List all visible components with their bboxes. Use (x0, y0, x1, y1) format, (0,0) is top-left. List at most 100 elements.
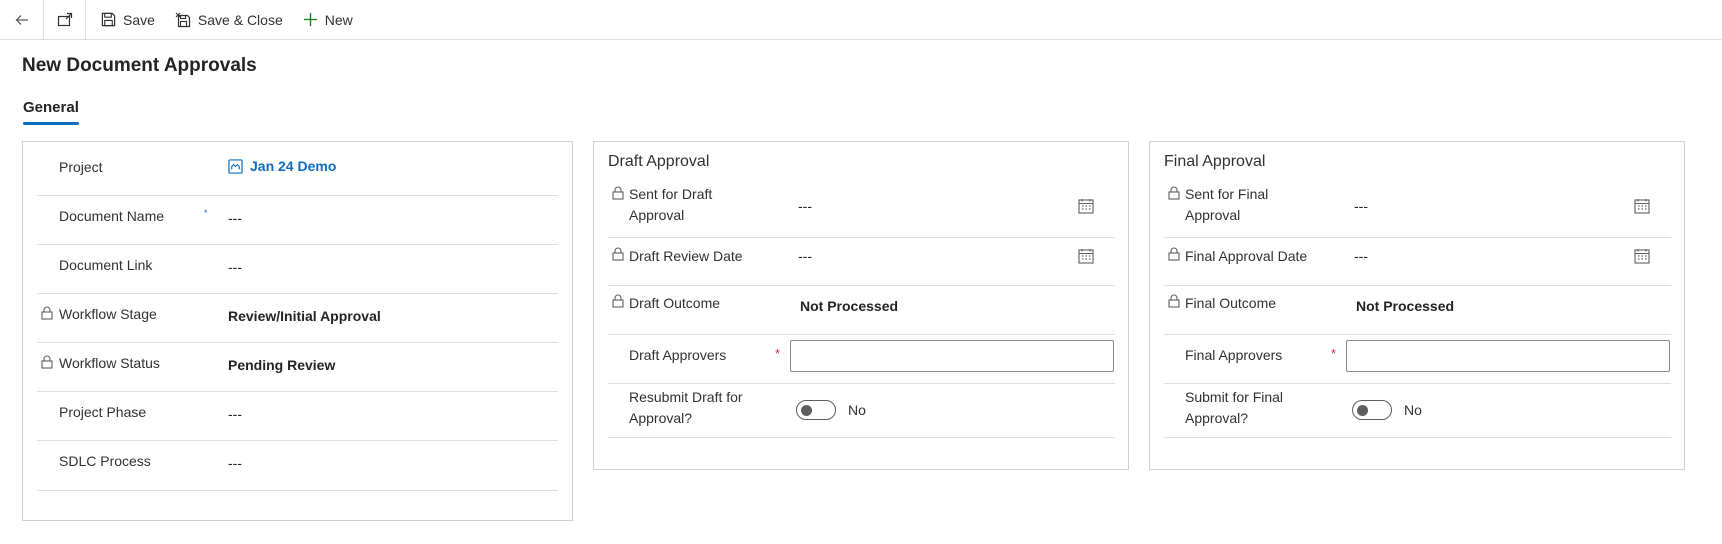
popout-button[interactable] (44, 0, 86, 40)
draft-review-date-row: Draft Review Date --- (608, 238, 1115, 286)
sent-for-final-label: Sent for Final Approval (1185, 184, 1268, 226)
workflow-status-row: Workflow Status Pending Review (37, 343, 558, 392)
submit-final-label-line1: Submit for Final (1185, 389, 1284, 405)
calendar-icon[interactable] (1634, 248, 1650, 264)
document-name-value[interactable]: --- (228, 210, 242, 226)
project-phase-label: Project Phase (59, 404, 147, 420)
lock-icon (1168, 247, 1180, 261)
back-arrow-icon (15, 14, 28, 25)
save-close-button[interactable]: Save & Close (165, 0, 293, 40)
toggle-knob (801, 405, 812, 416)
final-approvers-label: Final Approvers (1185, 347, 1283, 363)
sent-for-draft-label-line1: Sent for Draft (629, 186, 713, 202)
sent-for-draft-label-line2: Approval (629, 207, 685, 223)
sdlc-process-value[interactable]: --- (228, 455, 242, 471)
save-button[interactable]: Save (91, 0, 165, 40)
draft-review-date-value[interactable]: --- (798, 248, 812, 264)
final-approval-date-row: Final Approval Date --- (1164, 238, 1671, 286)
draft-approval-section: Draft Approval Sent for Draft Approval --… (593, 141, 1129, 470)
project-phase-row: Project Phase --- (37, 392, 558, 441)
sent-for-draft-label: Sent for Draft Approval (629, 184, 712, 226)
lock-icon (1168, 186, 1180, 200)
document-link-label: Document Link (59, 257, 153, 273)
project-label: Project (59, 159, 103, 175)
sdlc-process-label: SDLC Process (59, 453, 151, 469)
resubmit-draft-label-line1: Resubmit Draft for (629, 389, 743, 405)
sent-for-draft-value[interactable]: --- (798, 198, 812, 214)
sent-for-final-value[interactable]: --- (1354, 198, 1368, 214)
save-close-icon (175, 12, 191, 27)
sent-for-final-label-line1: Sent for Final (1185, 186, 1269, 202)
draft-outcome-row: Draft Outcome Not Processed (608, 286, 1115, 335)
final-approval-date-label: Final Approval Date (1185, 248, 1308, 264)
workflow-stage-row: Workflow Stage Review/Initial Approval (37, 294, 558, 343)
resubmit-draft-label-line2: Approval? (629, 410, 693, 426)
submit-final-value: No (1404, 402, 1422, 418)
final-outcome-value: Not Processed (1356, 298, 1455, 314)
page-title: New Document Approvals (22, 55, 257, 76)
calendar-icon[interactable] (1634, 198, 1650, 214)
required-indicator: * (775, 346, 781, 361)
workflow-status-value: Pending Review (228, 357, 336, 373)
back-button[interactable] (0, 0, 44, 40)
document-name-label: Document Name (59, 208, 165, 224)
sent-for-final-row: Sent for Final Approval --- (1164, 184, 1671, 238)
draft-approval-title: Draft Approval (608, 153, 710, 170)
sent-for-final-label-line2: Approval (1185, 207, 1241, 223)
submit-final-label: Submit for Final Approval? (1185, 387, 1283, 429)
submit-final-label-line2: Approval? (1185, 410, 1249, 426)
resubmit-draft-value: No (848, 402, 866, 418)
resubmit-draft-row: Resubmit Draft for Approval? No (608, 384, 1115, 438)
document-name-row: Document Name * --- (37, 196, 558, 245)
save-label: Save (123, 11, 155, 28)
final-approvers-input[interactable] (1346, 340, 1670, 372)
draft-approvers-input[interactable] (790, 340, 1114, 372)
document-link-value[interactable]: --- (228, 259, 242, 275)
new-label: New (324, 11, 353, 28)
command-bar: Save Save & Close New (0, 0, 1722, 40)
lock-icon (612, 294, 624, 308)
lock-icon (41, 306, 53, 320)
calendar-icon[interactable] (1078, 248, 1094, 264)
workflow-stage-label: Workflow Stage (59, 306, 157, 322)
final-approval-section: Final Approval Sent for Final Approval --… (1149, 141, 1685, 470)
calendar-icon[interactable] (1078, 198, 1094, 214)
draft-outcome-value: Not Processed (800, 298, 899, 314)
required-indicator: * (1331, 346, 1337, 361)
draft-review-date-label: Draft Review Date (629, 248, 743, 264)
final-outcome-label: Final Outcome (1185, 295, 1277, 311)
tab-general[interactable]: General (23, 99, 79, 116)
project-row: Project Jan 24 Demo (37, 142, 558, 196)
popout-icon (57, 12, 72, 26)
workflow-status-label: Workflow Status (59, 355, 160, 371)
lock-icon (1168, 294, 1180, 308)
new-button[interactable]: New (293, 0, 363, 40)
submit-final-toggle[interactable] (1352, 400, 1392, 420)
plus-icon (303, 12, 317, 27)
general-section: Project Jan 24 Demo Document Name * --- … (22, 141, 573, 521)
project-entity-icon (228, 158, 243, 174)
submit-final-row: Submit for Final Approval? No (1164, 384, 1671, 438)
toggle-knob (1357, 405, 1368, 416)
sdlc-process-row: SDLC Process --- (37, 441, 558, 491)
resubmit-draft-toggle[interactable] (796, 400, 836, 420)
document-link-row: Document Link --- (37, 245, 558, 294)
save-close-label: Save & Close (197, 11, 283, 28)
tab-general-underline (23, 122, 79, 125)
save-icon (101, 12, 116, 27)
draft-approvers-label: Draft Approvers (629, 347, 727, 363)
final-approval-title: Final Approval (1164, 153, 1266, 170)
project-link[interactable]: Jan 24 Demo (250, 158, 336, 174)
required-indicator: * (204, 208, 208, 218)
lock-icon (41, 355, 53, 369)
resubmit-draft-label: Resubmit Draft for Approval? (629, 387, 743, 429)
project-phase-value[interactable]: --- (228, 406, 242, 422)
lock-icon (612, 186, 624, 200)
sent-for-draft-row: Sent for Draft Approval --- (608, 184, 1115, 238)
final-approvers-row: Final Approvers * (1164, 335, 1671, 384)
final-outcome-row: Final Outcome Not Processed (1164, 286, 1671, 335)
draft-approvers-row: Draft Approvers * (608, 335, 1115, 384)
final-approval-date-value[interactable]: --- (1354, 248, 1368, 264)
project-lookup[interactable]: Jan 24 Demo (228, 158, 336, 174)
draft-outcome-label: Draft Outcome (629, 295, 721, 311)
